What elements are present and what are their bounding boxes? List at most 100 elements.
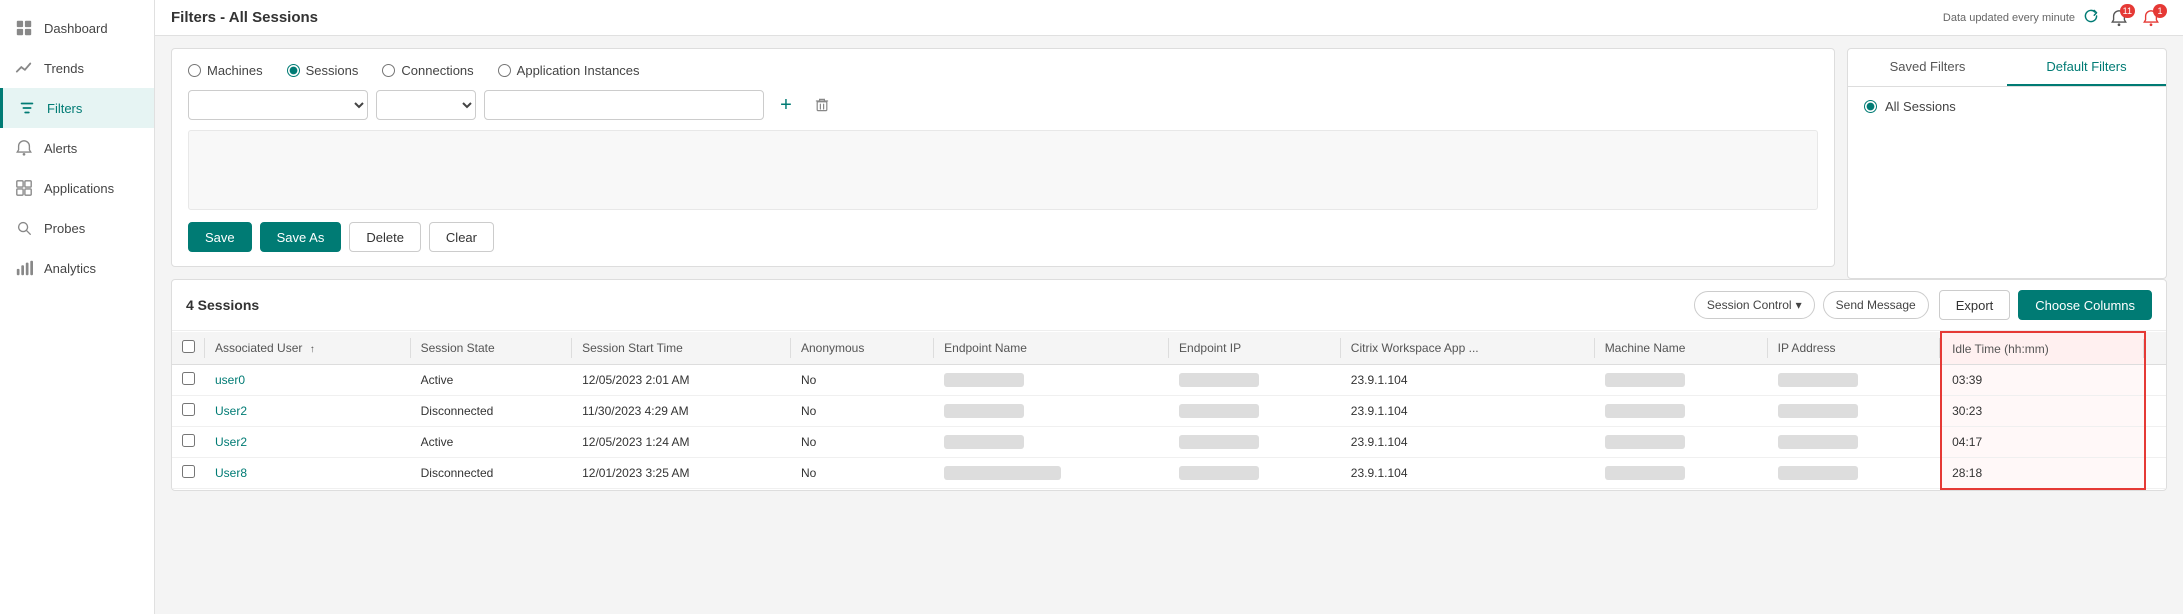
blurred-ip-address — [1778, 373, 1858, 387]
delete-button[interactable]: Delete — [349, 222, 421, 252]
alerts-icon — [14, 138, 34, 158]
radio-connections[interactable]: Connections — [382, 63, 473, 78]
sidebar-item-analytics[interactable]: Analytics — [0, 248, 154, 288]
filter-value-input[interactable] — [484, 90, 764, 120]
export-button[interactable]: Export — [1939, 290, 2011, 320]
row-anonymous: No — [791, 458, 934, 489]
col-header-idle-time: Idle Time (hh:mm) — [1941, 332, 2145, 365]
row-checkbox[interactable] — [182, 434, 195, 447]
row-session-state: Disconnected — [411, 396, 573, 427]
row-session-state: Active — [411, 427, 573, 458]
col-header-machine-name: Machine Name — [1595, 332, 1768, 365]
row-anonymous: No — [791, 427, 934, 458]
row-idle-time: 30:23 — [1941, 396, 2145, 427]
tab-saved-filters[interactable]: Saved Filters — [1848, 49, 2007, 86]
tab-default-filters[interactable]: Default Filters — [2007, 49, 2166, 86]
choose-columns-button[interactable]: Choose Columns — [2018, 290, 2152, 320]
page-title: Filters - All Sessions — [171, 9, 318, 26]
blurred-endpoint-name: 10.105.131.134 — [944, 466, 1061, 480]
sidebar-item-trends[interactable]: Trends — [0, 48, 154, 88]
alerts-bell[interactable]: 1 — [2139, 6, 2163, 30]
filters-icon — [17, 98, 37, 118]
row-checkbox-cell — [172, 458, 205, 489]
row-start-time: 11/30/2023 4:29 AM — [572, 396, 791, 427]
right-controls: Export Choose Columns — [1939, 290, 2152, 320]
row-checkbox-cell — [172, 396, 205, 427]
filter-right-panel: Saved Filters Default Filters All Sessio… — [1847, 48, 2167, 279]
notifications-bell[interactable]: 11 — [2107, 6, 2131, 30]
sessions-table-wrap: Associated User ↑ Session State Session … — [172, 331, 2166, 490]
save-as-button[interactable]: Save As — [260, 222, 342, 252]
save-button[interactable]: Save — [188, 222, 252, 252]
all-sessions-option[interactable]: All Sessions — [1864, 99, 2150, 114]
sidebar-item-probes[interactable]: Probes — [0, 208, 154, 248]
user-link[interactable]: User2 — [215, 404, 247, 418]
content-area: Machines Sessions Connections Appli — [155, 36, 2183, 614]
row-endpoint-name — [934, 427, 1169, 458]
table-row: user0 Active 12/05/2023 2:01 AM No 23.9.… — [172, 365, 2166, 396]
clear-button[interactable]: Clear — [429, 222, 494, 252]
row-idle-time: 03:39 — [1941, 365, 2145, 396]
filter-actions: Save Save As Delete Clear — [188, 222, 1818, 252]
radio-app-instances-input[interactable] — [498, 64, 511, 77]
row-anonymous: No — [791, 365, 934, 396]
user-link[interactable]: User8 — [215, 466, 247, 480]
sessions-controls: Session Control ▾ Send Message Export Ch… — [1694, 290, 2152, 320]
session-control-button[interactable]: Session Control ▾ — [1694, 291, 1815, 319]
sidebar-item-dashboard[interactable]: Dashboard — [0, 8, 154, 48]
delete-filter-button[interactable] — [808, 91, 836, 119]
send-message-button[interactable]: Send Message — [1823, 291, 1929, 319]
row-user: user0 — [205, 365, 411, 396]
sidebar-item-applications[interactable]: Applications — [0, 168, 154, 208]
blurred-ip-address — [1778, 466, 1858, 480]
sort-icon: ↑ — [310, 344, 315, 355]
sidebar-item-filters-label: Filters — [47, 101, 82, 116]
blurred-endpoint-ip — [1179, 373, 1259, 387]
row-machine-name — [1595, 365, 1768, 396]
add-filter-button[interactable]: + — [772, 91, 800, 119]
all-sessions-radio[interactable] — [1864, 100, 1877, 113]
blurred-machine-name — [1605, 404, 1685, 418]
select-all-checkbox[interactable] — [182, 340, 195, 353]
row-extra — [2145, 458, 2166, 489]
col-header-associated-user[interactable]: Associated User ↑ — [205, 332, 411, 365]
radio-sessions-input[interactable] — [287, 64, 300, 77]
row-anonymous: No — [791, 396, 934, 427]
sidebar-item-filters[interactable]: Filters — [0, 88, 154, 128]
blurred-endpoint-name — [944, 404, 1024, 418]
row-citrix-workspace: 23.9.1.104 — [1341, 458, 1595, 489]
filter-container: Machines Sessions Connections Appli — [171, 48, 2167, 279]
user-link[interactable]: User2 — [215, 435, 247, 449]
row-checkbox[interactable] — [182, 372, 195, 385]
radio-machines[interactable]: Machines — [188, 63, 263, 78]
row-machine-name — [1595, 458, 1768, 489]
filter-field-select[interactable] — [188, 90, 368, 120]
data-update-text: Data updated every minute — [1943, 12, 2075, 24]
row-checkbox[interactable] — [182, 465, 195, 478]
row-idle-time: 04:17 — [1941, 427, 2145, 458]
sidebar-item-alerts[interactable]: Alerts — [0, 128, 154, 168]
radio-connections-input[interactable] — [382, 64, 395, 77]
radio-machines-input[interactable] — [188, 64, 201, 77]
row-checkbox[interactable] — [182, 403, 195, 416]
filter-row: + — [188, 90, 1818, 120]
sessions-title: 4 Sessions — [186, 297, 259, 313]
col-header-citrix-workspace: Citrix Workspace App ... — [1341, 332, 1595, 365]
row-user: User2 — [205, 427, 411, 458]
table-row: User2 Active 12/05/2023 1:24 AM No 23.9.… — [172, 427, 2166, 458]
filter-operator-select[interactable] — [376, 90, 476, 120]
row-endpoint-name: 10.105.131.134 — [934, 458, 1169, 489]
user-link[interactable]: user0 — [215, 373, 245, 387]
refresh-icon[interactable] — [2083, 8, 2099, 27]
sidebar-item-applications-label: Applications — [44, 181, 114, 196]
row-user: User8 — [205, 458, 411, 489]
sidebar-item-analytics-label: Analytics — [44, 261, 96, 276]
row-user: User2 — [205, 396, 411, 427]
radio-app-instances[interactable]: Application Instances — [498, 63, 640, 78]
row-endpoint-name — [934, 365, 1169, 396]
sidebar-item-dashboard-label: Dashboard — [44, 21, 108, 36]
filter-type-radio-group: Machines Sessions Connections Appli — [188, 63, 1818, 78]
row-citrix-workspace: 23.9.1.104 — [1341, 365, 1595, 396]
row-start-time: 12/05/2023 1:24 AM — [572, 427, 791, 458]
radio-sessions[interactable]: Sessions — [287, 63, 359, 78]
